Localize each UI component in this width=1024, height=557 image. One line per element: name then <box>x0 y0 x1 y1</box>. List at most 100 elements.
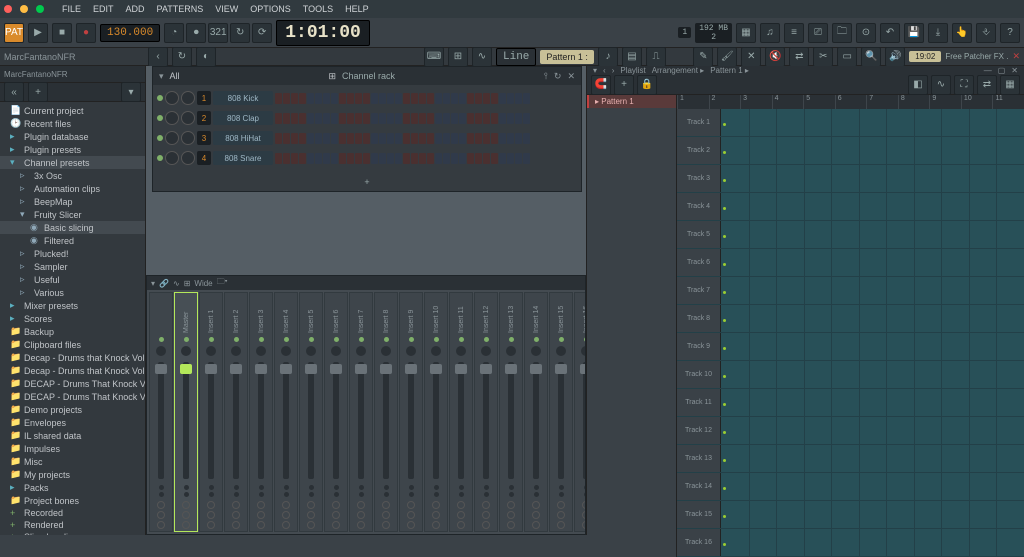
wait-input-icon[interactable]: ⏺ <box>186 23 206 43</box>
mixer-insert-track[interactable]: Insert 14 <box>524 292 548 532</box>
cr-graph-icon[interactable]: ⫯ <box>544 71 548 82</box>
step-cell[interactable] <box>339 133 346 144</box>
mixer-mute-led[interactable] <box>484 337 489 342</box>
step-cell[interactable] <box>491 133 498 144</box>
mixer-pan-knob[interactable] <box>506 346 516 356</box>
mixer-route-dots[interactable] <box>384 483 389 499</box>
step-cell[interactable] <box>315 153 322 164</box>
mixer-fx-ops[interactable] <box>257 499 265 531</box>
browser-item[interactable]: 📁Demo projects <box>0 403 145 416</box>
channel-step-sequencer[interactable] <box>275 93 530 104</box>
cr-loop-icon[interactable]: ↻ <box>554 71 562 82</box>
playlist-grid[interactable]: Track 1Track 2Track 3Track 4Track 5Track… <box>677 109 1024 557</box>
mixer-route-dots[interactable] <box>459 483 464 499</box>
mixer-pan-knob[interactable] <box>456 346 466 356</box>
playlist-track-row[interactable]: Track 13 <box>677 445 1024 473</box>
browser-item[interactable]: ▹Automation clips <box>0 182 145 195</box>
mixer-route-dots[interactable] <box>209 483 214 499</box>
mixer-route-dots[interactable] <box>484 483 489 499</box>
playlist-track-row[interactable]: Track 15 <box>677 501 1024 529</box>
pattern-selector[interactable]: Pattern 1 : <box>540 50 594 64</box>
step-cell[interactable] <box>395 133 402 144</box>
play-button[interactable]: ▶ <box>28 23 48 43</box>
mixer-mute-led[interactable] <box>209 337 214 342</box>
stop-button[interactable]: ■ <box>52 23 72 43</box>
step-cell[interactable] <box>411 133 418 144</box>
step-cell[interactable] <box>363 93 370 104</box>
mixer-mute-led[interactable] <box>584 337 586 342</box>
mixer-fader-slot[interactable] <box>383 362 389 479</box>
mixer-fader-handle[interactable] <box>430 364 442 374</box>
mixer-insert-track[interactable]: Insert 12 <box>474 292 498 532</box>
save-icon[interactable]: 💾 <box>904 23 924 43</box>
step-cell[interactable] <box>451 93 458 104</box>
mixer-insert-track[interactable]: Insert 7 <box>349 292 373 532</box>
about-icon[interactable]: ? <box>1000 23 1020 43</box>
mixer-fx-ops[interactable] <box>182 499 190 531</box>
step-cell[interactable] <box>435 133 442 144</box>
mixer-pan-knob[interactable] <box>556 346 566 356</box>
step-cell[interactable] <box>451 113 458 124</box>
step-cell[interactable] <box>299 93 306 104</box>
mixer-fader-slot[interactable] <box>558 362 564 479</box>
mixer-shortcut-icon[interactable]: ⎍ <box>646 47 666 67</box>
mixer-fader-slot[interactable] <box>533 362 539 479</box>
playlist-track-label[interactable]: Track 2 <box>677 137 721 164</box>
browser-item[interactable]: 📁DECAP - Drums That Knock Vol. 9 <box>0 377 145 390</box>
playlist-track-label[interactable]: Track 7 <box>677 277 721 304</box>
mixer-mute-led[interactable] <box>284 337 289 342</box>
playlist-track-row[interactable]: Track 8 <box>677 305 1024 333</box>
mixer-fader-slot[interactable] <box>233 362 239 479</box>
step-cell[interactable] <box>419 93 426 104</box>
browser-item[interactable]: 📁IL shared data <box>0 429 145 442</box>
browser-item[interactable]: ▸Plugin presets <box>0 143 145 156</box>
menu-help[interactable]: HELP <box>341 4 373 14</box>
playlist-shortcut-icon[interactable]: ▤ <box>622 47 642 67</box>
hint-close-icon[interactable]: ✕ <box>1012 51 1020 62</box>
mixer-insert-track[interactable]: Insert 15 <box>549 292 573 532</box>
mixer-view-dropdown-icon[interactable]: 🗀▾ <box>217 276 228 290</box>
mixer-insert-track[interactable] <box>149 292 173 532</box>
pl-swap-icon[interactable]: ⇄ <box>977 75 997 95</box>
mixer-mute-led[interactable] <box>234 337 239 342</box>
mixer-insert-track[interactable]: Insert 13 <box>499 292 523 532</box>
browser-item[interactable]: 📁Decap - Drums that Knock Vol. 1 <box>0 351 145 364</box>
playlist-track-row[interactable]: Track 10 <box>677 361 1024 389</box>
step-cell[interactable] <box>427 113 434 124</box>
step-cell[interactable] <box>475 93 482 104</box>
step-cell[interactable] <box>523 113 530 124</box>
step-cell[interactable] <box>459 113 466 124</box>
cr-filter[interactable]: All <box>170 71 180 81</box>
channel-name-button[interactable]: 808 Snare <box>213 151 273 165</box>
browser-item[interactable]: 📁Clipboard files <box>0 338 145 351</box>
step-cell[interactable] <box>283 93 290 104</box>
step-cell[interactable] <box>339 113 346 124</box>
ruler-bar[interactable]: 8 <box>898 95 930 109</box>
playlist-track-lane[interactable] <box>721 529 1024 556</box>
pl-max-icon[interactable]: ▢ <box>998 66 1006 75</box>
pl-magnet-icon[interactable]: 🧲 <box>591 75 611 95</box>
browser-item[interactable]: ◉Basic slicing <box>0 221 145 234</box>
step-cell[interactable] <box>307 153 314 164</box>
mixer-mute-led[interactable] <box>509 337 514 342</box>
playlist-track-row[interactable]: Track 3 <box>677 165 1024 193</box>
mixer-fader-handle[interactable] <box>480 364 492 374</box>
playlist-track-lane[interactable] <box>721 361 1024 388</box>
pl-lock-icon[interactable]: 🔒 <box>637 75 657 95</box>
step-cell[interactable] <box>347 93 354 104</box>
channel-step-sequencer[interactable] <box>275 153 530 164</box>
mixer-fx-ops[interactable] <box>232 499 240 531</box>
step-cell[interactable] <box>419 133 426 144</box>
browser-item[interactable]: ▹Sampler <box>0 260 145 273</box>
step-cell[interactable] <box>515 113 522 124</box>
pl-menu-icon[interactable]: ▾ <box>593 66 597 75</box>
browser-item[interactable]: 📁My projects <box>0 468 145 481</box>
step-cell[interactable] <box>483 113 490 124</box>
slip-tool-icon[interactable]: ⇄ <box>789 47 809 67</box>
mixer-pan-knob[interactable] <box>431 346 441 356</box>
mixer-fx-ops[interactable] <box>582 499 585 531</box>
playlist-track-label[interactable]: Track 16 <box>677 529 721 556</box>
playlist-track-row[interactable]: Track 14 <box>677 473 1024 501</box>
menu-add[interactable]: ADD <box>122 4 149 14</box>
mixer-insert-track[interactable]: Insert 1 <box>199 292 223 532</box>
